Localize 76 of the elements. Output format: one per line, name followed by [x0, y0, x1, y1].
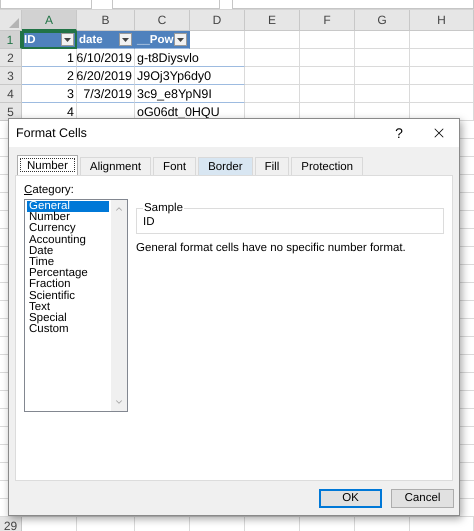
category-item[interactable]: Date [27, 246, 109, 257]
category-item[interactable]: Currency [27, 223, 109, 235]
column-header[interactable]: F [300, 10, 355, 31]
row-header[interactable]: 3 [0, 67, 22, 85]
column-header[interactable]: H [410, 10, 474, 31]
column-header[interactable]: B [77, 10, 135, 31]
cancel-button[interactable]: Cancel [391, 488, 454, 508]
table-cell: 2 [22, 67, 77, 85]
category-item[interactable]: Fraction [27, 279, 109, 290]
column-header[interactable]: C [135, 10, 190, 31]
table-cell [245, 31, 300, 49]
category-item[interactable]: Percentage [27, 268, 109, 280]
table-cell [410, 85, 474, 103]
category-item[interactable]: Scientific [27, 290, 109, 302]
column-header[interactable]: A [22, 10, 77, 31]
tab[interactable]: Border [198, 157, 253, 175]
tab[interactable]: Number [17, 155, 78, 175]
table-header-cell: __Pow [135, 31, 190, 49]
scrollbar[interactable] [111, 200, 127, 411]
column-header[interactable]: E [245, 10, 300, 31]
tab[interactable]: Alignment [80, 157, 152, 175]
tab[interactable]: Fill [254, 157, 290, 175]
table-cell [245, 67, 300, 85]
table-cell [355, 67, 410, 85]
category-item[interactable]: Custom [27, 324, 109, 336]
format-description: General format cells have no specific number format. [136, 242, 407, 254]
table-cell: 3c9_e8YpN9I [135, 85, 245, 103]
sample-value: ID [143, 216, 154, 228]
table-cell [300, 49, 355, 67]
corner-triangle-icon [9, 18, 19, 28]
caret-icon [177, 38, 184, 42]
row-header[interactable]: 29 [0, 517, 22, 531]
category-item[interactable]: General [27, 201, 109, 212]
category-item[interactable]: Special [27, 312, 109, 324]
sample-legend: Sample [143, 202, 184, 214]
column-header[interactable]: G [355, 10, 410, 31]
table-cell: 7/3/2019 [77, 85, 135, 103]
tab[interactable]: Font [153, 157, 196, 175]
category-item[interactable]: Accounting [27, 234, 109, 246]
dialog-title: Format Cells [16, 126, 88, 140]
table-cell [410, 31, 474, 49]
table-cell: 6/10/2019 [77, 49, 135, 67]
table-header-cell: ID [22, 31, 77, 49]
table-header-cell: date [77, 31, 135, 49]
help-button[interactable]: ? [379, 119, 419, 147]
table-cell: 6/20/2019 [77, 67, 135, 85]
category-item[interactable]: Time [27, 256, 109, 268]
column-header[interactable]: D [190, 10, 245, 31]
row-header[interactable]: 4 [0, 85, 22, 103]
category-item[interactable]: Text [27, 302, 109, 313]
select-all-corner[interactable] [0, 10, 22, 31]
category-label: Category: [24, 184, 75, 196]
toolbar-field[interactable] [112, 0, 220, 9]
table-cell [410, 67, 474, 85]
table-cell: 3 [22, 85, 77, 103]
table-cell [300, 31, 355, 49]
table-cell [300, 67, 355, 85]
category-item[interactable]: Number [27, 212, 109, 224]
table-cell [410, 49, 474, 67]
row-header[interactable]: 2 [0, 49, 22, 67]
name-box[interactable] [0, 0, 92, 9]
ok-button[interactable]: OK [319, 488, 382, 508]
table-cell [245, 49, 300, 67]
table-cell: J9Oj3Yp6dy0 [135, 67, 245, 85]
formula-bar-field[interactable] [232, 0, 474, 9]
caret-icon [64, 38, 71, 42]
filter-dropdown-button[interactable] [61, 33, 74, 46]
tab[interactable]: Protection [291, 157, 364, 175]
caret-icon [122, 38, 129, 42]
row-header[interactable]: 1 [0, 31, 22, 49]
table-cell: 1 [22, 49, 77, 67]
table-cell [355, 49, 410, 67]
filter-dropdown-button[interactable] [119, 33, 132, 46]
filter-dropdown-button[interactable] [174, 33, 187, 46]
table-cell [355, 31, 410, 49]
table-cell: g-t8Diysvlo [135, 49, 245, 67]
